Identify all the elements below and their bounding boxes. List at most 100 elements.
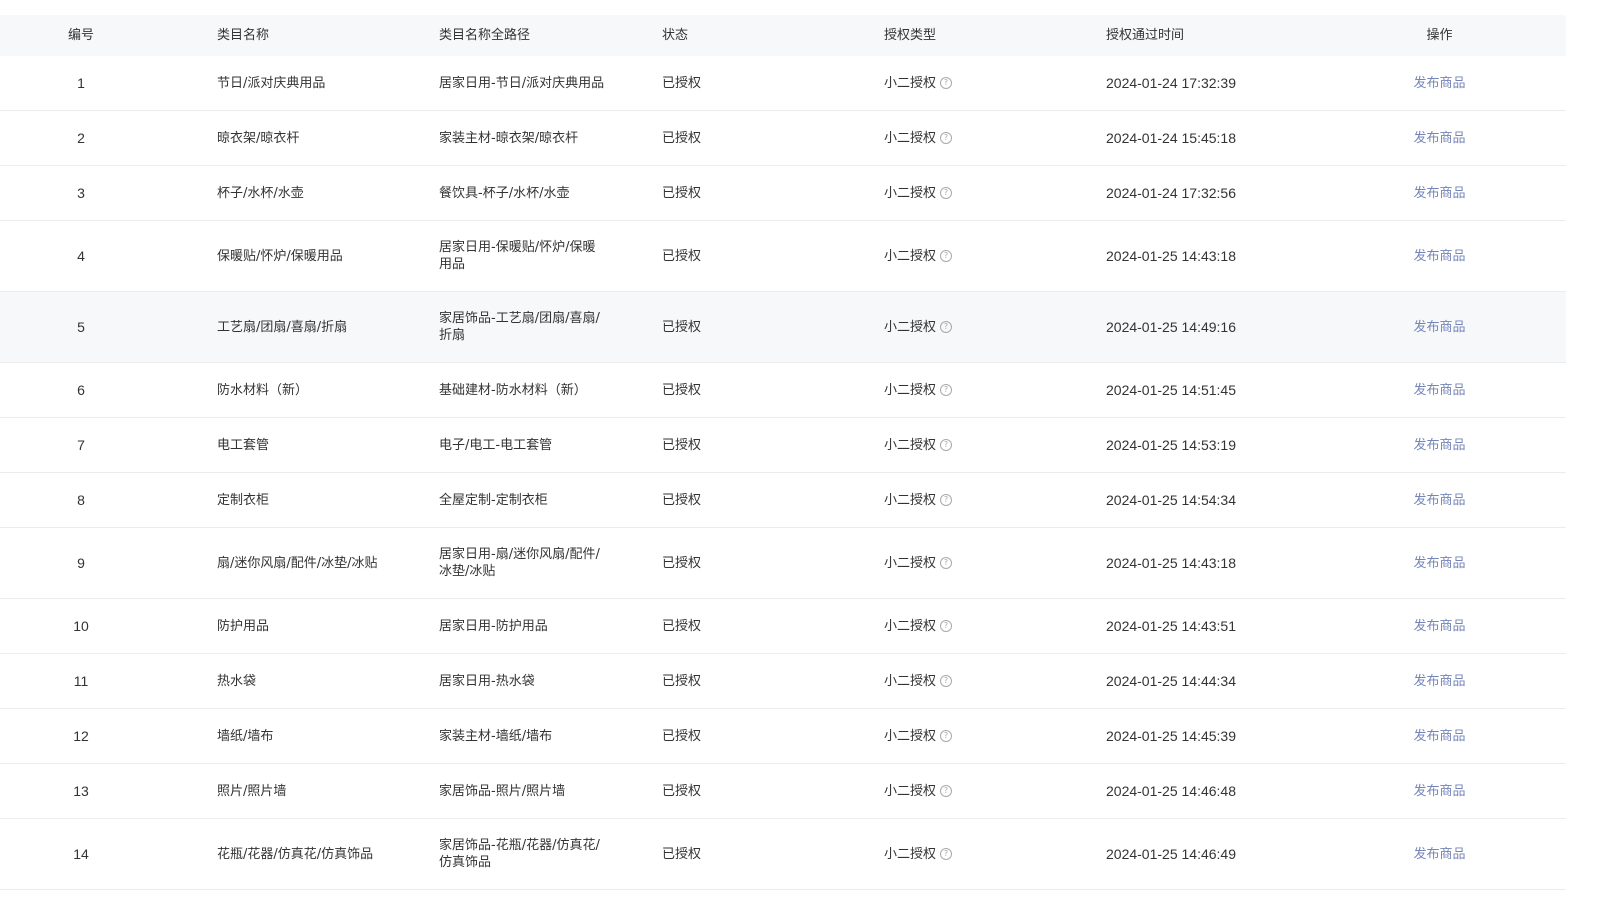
- table-row: 3 杯子/水杯/水壶 餐饮具-杯子/水杯/水壶 已授权 小二授权? 2024-0…: [0, 166, 1566, 221]
- row-auth-time: 2024-01-25 14:54:34: [1106, 491, 1236, 508]
- row-status: 已授权: [662, 248, 702, 264]
- row-auth-time: 2024-01-24 17:32:39: [1106, 74, 1236, 91]
- row-category-path: 居家日用-扇/迷你风扇/配件/冰垫/冰贴: [439, 547, 600, 579]
- row-auth-time: 2024-01-25 14:46:49: [1106, 845, 1236, 862]
- auth-type-label: 小二授权: [884, 185, 937, 201]
- auth-type-label: 小二授权: [884, 130, 937, 146]
- help-icon[interactable]: ?: [940, 439, 953, 451]
- row-auth-type: 小二授权?: [843, 185, 1065, 202]
- publish-product-link[interactable]: 发布商品: [1413, 847, 1465, 862]
- table-row: 5 工艺扇/团扇/喜扇/折扇 家居饰品-工艺扇/团扇/喜扇/折扇 已授权 小二授…: [0, 292, 1566, 363]
- row-category-path: 餐饮具-杯子/水杯/水壶: [439, 185, 570, 201]
- table-row: 9 扇/迷你风扇/配件/冰垫/冰贴 居家日用-扇/迷你风扇/配件/冰垫/冰贴 已…: [0, 528, 1566, 599]
- publish-product-link[interactable]: 发布商品: [1413, 131, 1465, 146]
- help-icon[interactable]: ?: [940, 848, 953, 860]
- row-auth-time: 2024-01-25 14:49:16: [1106, 318, 1236, 335]
- row-action: 发布商品: [1287, 783, 1566, 800]
- auth-type-label: 小二授权: [884, 846, 937, 862]
- row-action: 发布商品: [1287, 382, 1566, 399]
- row-auth-time: 2024-01-25 14:53:19: [1106, 436, 1236, 453]
- help-icon[interactable]: ?: [940, 785, 953, 797]
- table-row: 7 电工套管 电子/电工-电工套管 已授权 小二授权? 2024-01-25 1…: [0, 418, 1566, 473]
- row-category-name: 热水袋: [217, 673, 257, 689]
- row-action: 发布商品: [1287, 492, 1566, 509]
- row-category-path: 家装主材-墙纸/墙布: [439, 728, 553, 744]
- row-category-name: 杯子/水杯/水壶: [217, 185, 304, 201]
- row-category-path: 居家日用-保暖贴/怀炉/保暖用品: [439, 240, 596, 272]
- row-auth-time: 2024-01-25 14:43:18: [1106, 247, 1236, 264]
- row-status: 已授权: [662, 728, 702, 744]
- row-category-path: 全屋定制-定制衣柜: [439, 492, 548, 508]
- row-category-name: 扇/迷你风扇/配件/冰垫/冰贴: [217, 555, 378, 571]
- row-id: 14: [73, 845, 89, 862]
- row-status: 已授权: [662, 673, 702, 689]
- publish-product-link[interactable]: 发布商品: [1413, 729, 1465, 744]
- row-category-path: 居家日用-热水袋: [439, 673, 535, 689]
- auth-type-label: 小二授权: [884, 728, 937, 744]
- header-action: 操作: [1426, 28, 1453, 43]
- publish-product-link[interactable]: 发布商品: [1413, 493, 1465, 508]
- row-id: 6: [77, 381, 85, 398]
- row-status: 已授权: [662, 130, 702, 146]
- publish-product-link[interactable]: 发布商品: [1413, 556, 1465, 571]
- auth-type-label: 小二授权: [884, 555, 937, 571]
- row-action: 发布商品: [1287, 75, 1566, 92]
- row-category-name: 花瓶/花器/仿真花/仿真饰品: [217, 846, 374, 862]
- row-auth-type: 小二授权?: [843, 555, 1065, 572]
- row-auth-type: 小二授权?: [843, 728, 1065, 745]
- help-icon[interactable]: ?: [940, 557, 953, 569]
- row-category-path: 家装主材-晾衣架/晾衣杆: [439, 130, 579, 146]
- publish-product-link[interactable]: 发布商品: [1413, 320, 1465, 335]
- help-icon[interactable]: ?: [940, 321, 953, 333]
- help-icon[interactable]: ?: [940, 132, 953, 144]
- row-action: 发布商品: [1287, 618, 1566, 635]
- help-icon[interactable]: ?: [940, 384, 953, 396]
- help-icon[interactable]: ?: [940, 675, 953, 687]
- help-icon[interactable]: ?: [940, 730, 953, 742]
- row-category-path: 家居饰品-工艺扇/团扇/喜扇/折扇: [439, 311, 600, 343]
- row-auth-type: 小二授权?: [843, 319, 1065, 336]
- row-auth-time: 2024-01-24 15:45:18: [1106, 129, 1236, 146]
- publish-product-link[interactable]: 发布商品: [1413, 619, 1465, 634]
- row-category-path: 家居饰品-照片/照片墙: [439, 783, 566, 799]
- row-status: 已授权: [662, 185, 702, 201]
- row-status: 已授权: [662, 492, 702, 508]
- row-id: 2: [77, 129, 85, 146]
- publish-product-link[interactable]: 发布商品: [1413, 249, 1465, 264]
- row-category-path: 电子/电工-电工套管: [439, 437, 553, 453]
- row-id: 8: [77, 491, 85, 508]
- row-category-name: 定制衣柜: [217, 492, 270, 508]
- row-category-name: 防水材料（新）: [217, 382, 309, 398]
- auth-type-label: 小二授权: [884, 248, 937, 264]
- row-category-name: 晾衣架/晾衣杆: [217, 130, 300, 146]
- row-id: 7: [77, 436, 85, 453]
- row-status: 已授权: [662, 783, 702, 799]
- help-icon[interactable]: ?: [940, 620, 953, 632]
- header-id: 编号: [67, 28, 94, 43]
- auth-type-label: 小二授权: [884, 492, 937, 508]
- header-path: 类目名称全路径: [439, 28, 531, 43]
- auth-type-label: 小二授权: [884, 319, 937, 335]
- publish-product-link[interactable]: 发布商品: [1413, 186, 1465, 201]
- row-action: 发布商品: [1287, 185, 1566, 202]
- publish-product-link[interactable]: 发布商品: [1413, 784, 1465, 799]
- help-icon[interactable]: ?: [940, 77, 953, 89]
- row-auth-type: 小二授权?: [843, 846, 1065, 863]
- row-action: 发布商品: [1287, 437, 1566, 454]
- row-auth-time: 2024-01-25 14:43:51: [1106, 617, 1236, 634]
- row-action: 发布商品: [1287, 673, 1566, 690]
- publish-product-link[interactable]: 发布商品: [1413, 674, 1465, 689]
- row-id: 9: [77, 554, 85, 571]
- help-icon[interactable]: ?: [940, 494, 953, 506]
- publish-product-link[interactable]: 发布商品: [1413, 438, 1465, 453]
- publish-product-link[interactable]: 发布商品: [1413, 76, 1465, 91]
- table-row: 4 保暖贴/怀炉/保暖用品 居家日用-保暖贴/怀炉/保暖用品 已授权 小二授权?…: [0, 221, 1566, 292]
- help-icon[interactable]: ?: [940, 250, 953, 262]
- auth-type-label: 小二授权: [884, 783, 937, 799]
- header-status: 状态: [662, 28, 689, 43]
- publish-product-link[interactable]: 发布商品: [1413, 383, 1465, 398]
- row-status: 已授权: [662, 555, 702, 571]
- help-icon[interactable]: ?: [940, 187, 953, 199]
- row-auth-time: 2024-01-25 14:51:45: [1106, 381, 1236, 398]
- auth-type-label: 小二授权: [884, 382, 937, 398]
